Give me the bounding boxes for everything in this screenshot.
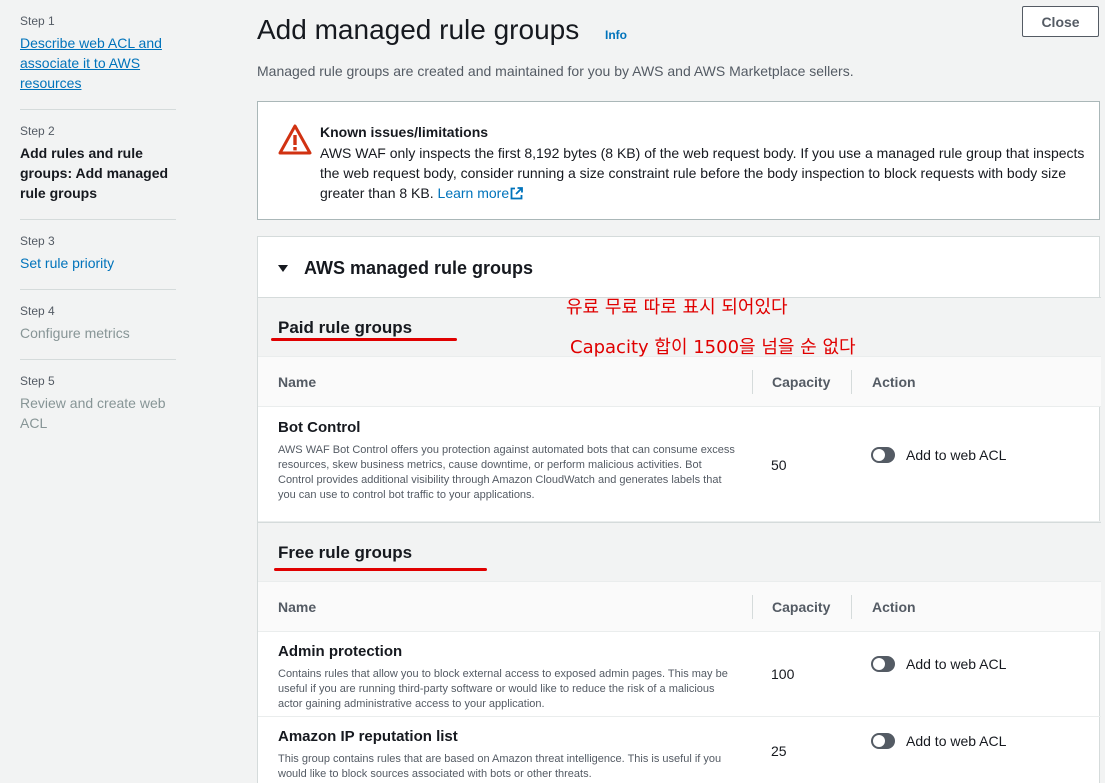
step-3-link[interactable]: Set rule priority [20, 253, 176, 273]
step-3: Step 3 Set rule priority [20, 220, 176, 290]
step-5-number: Step 5 [20, 374, 55, 388]
rule-name: Admin protection [278, 643, 403, 660]
toggle-label: Add to web ACL [906, 656, 1007, 672]
paid-group-title: Paid rule groups [278, 318, 413, 337]
page-subtitle: Managed rule groups are created and main… [257, 63, 854, 79]
toggle-switch[interactable] [871, 656, 895, 672]
free-group-title: Free rule groups [278, 543, 413, 562]
rule-name: Amazon IP reputation list [278, 728, 458, 745]
annotation-text: 유료 무료 따로 표시 되어있다 [566, 297, 788, 318]
col-divider [851, 370, 852, 394]
step-1-link[interactable]: Describe web ACL and associate it to AWS… [20, 33, 176, 93]
col-name: Name [278, 599, 317, 615]
annotation-underline [271, 338, 457, 341]
add-to-web-acl-toggle[interactable]: Add to web ACL [871, 656, 1006, 672]
table-row: Admin protection Contains rules that all… [258, 632, 1101, 717]
step-3-number: Step 3 [20, 234, 55, 248]
add-to-web-acl-toggle[interactable]: Add to web ACL [871, 733, 1006, 749]
free-group-header: Free rule groups [258, 522, 1101, 582]
step-5: Step 5 Review and create web ACL [20, 360, 176, 449]
info-link[interactable]: Info [605, 28, 627, 42]
col-divider [752, 595, 753, 619]
step-4-title: Configure metrics [20, 325, 130, 341]
caret-down-icon [278, 265, 288, 272]
step-2-current: Add rules and rule groups: Add managed r… [20, 145, 169, 201]
warning-icon [278, 124, 312, 155]
col-capacity: Capacity [772, 599, 831, 615]
step-5-title: Review and create web ACL [20, 395, 166, 431]
learn-more-text: Learn more [437, 185, 510, 201]
rule-description: Contains rules that allow you to block e… [278, 668, 728, 710]
rule-capacity: 25 [771, 743, 787, 759]
paid-table-header: Name Capacity Action [258, 356, 1101, 407]
rule-capacity: 100 [771, 666, 795, 682]
page-title: Add managed rule groups [257, 14, 580, 45]
col-name: Name [278, 374, 317, 390]
rule-description: AWS WAF Bot Control offers you protectio… [278, 444, 735, 501]
rule-capacity: 50 [771, 457, 787, 473]
alert-title: Known issues/limitations [320, 124, 489, 140]
col-divider [851, 595, 852, 619]
wizard-steps-nav: Step 1 Describe web ACL and associate it… [20, 0, 176, 449]
toggle-switch[interactable] [871, 733, 895, 749]
add-to-web-acl-toggle[interactable]: Add to web ACL [871, 447, 1006, 463]
external-link-icon [510, 187, 524, 200]
col-capacity: Capacity [772, 374, 831, 390]
alert-body-text: AWS WAF only inspects the first 8,192 by… [320, 145, 1085, 201]
step-4: Step 4 Configure metrics [20, 290, 176, 360]
learn-more-link[interactable]: Learn more [438, 185, 524, 201]
col-divider [752, 370, 753, 394]
annotation-underline [274, 568, 487, 571]
step-1: Step 1 Describe web ACL and associate it… [20, 0, 176, 110]
close-button[interactable]: Close [1022, 6, 1099, 37]
step-4-number: Step 4 [20, 304, 55, 318]
panel-title: AWS managed rule groups [304, 258, 534, 278]
panel-header[interactable]: AWS managed rule groups [278, 258, 533, 279]
col-action: Action [872, 599, 916, 615]
rule-description: This group contains rules that are based… [278, 753, 722, 780]
toggle-switch[interactable] [871, 447, 895, 463]
annotation-text: Capacity 합이 1500을 넘을 순 없다 [570, 337, 856, 358]
rule-name: Bot Control [278, 419, 361, 436]
free-table-header: Name Capacity Action [258, 581, 1101, 632]
step-2: Step 2 Add rules and rule groups: Add ma… [20, 110, 176, 220]
table-row: Amazon IP reputation list This group con… [258, 717, 1101, 783]
col-action: Action [872, 374, 916, 390]
step-2-number: Step 2 [20, 124, 55, 138]
known-issues-alert: Known issues/limitations AWS WAF only in… [257, 101, 1100, 220]
toggle-label: Add to web ACL [906, 447, 1007, 463]
alert-body: AWS WAF only inspects the first 8,192 by… [320, 143, 1086, 203]
toggle-label: Add to web ACL [906, 733, 1007, 749]
step-1-number: Step 1 [20, 14, 55, 28]
table-row: Bot Control AWS WAF Bot Control offers y… [258, 407, 1101, 522]
